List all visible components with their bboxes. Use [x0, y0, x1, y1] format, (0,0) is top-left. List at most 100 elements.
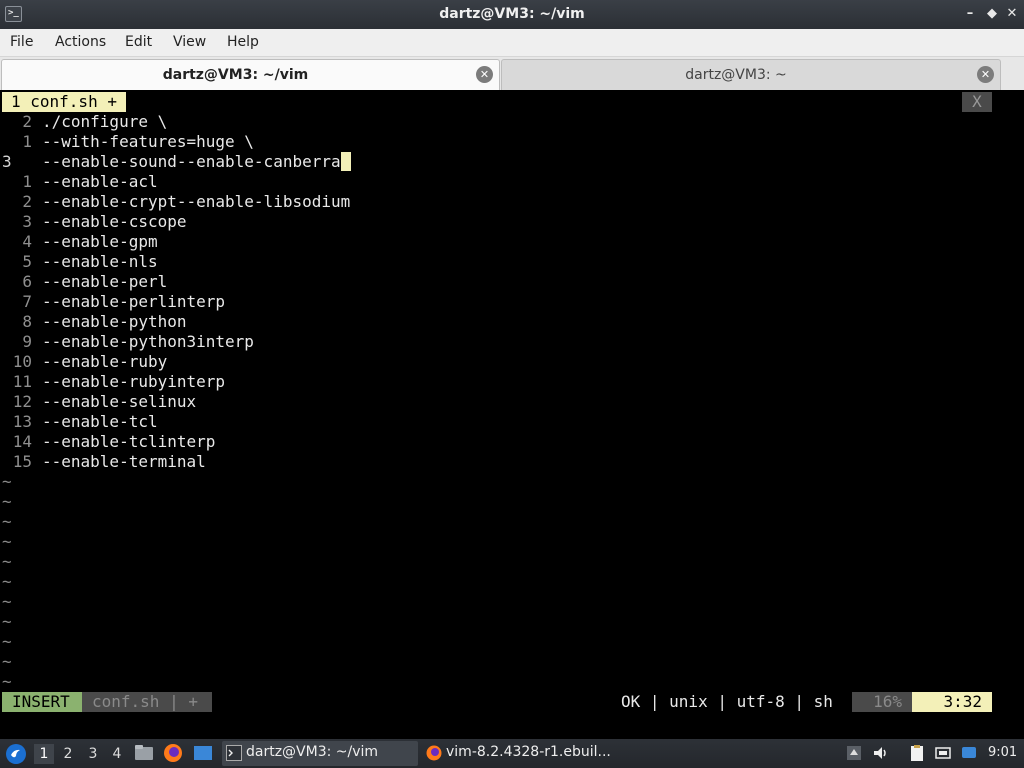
vim-tab-active[interactable]: 1 conf.sh +: [2, 92, 126, 112]
volume-icon[interactable]: [872, 744, 890, 762]
vim-scroll-percent: 16%: [852, 692, 912, 712]
vim-buffer-line[interactable]: 3 --enable-cscope: [0, 212, 187, 232]
empty-line-marker: ~: [2, 652, 12, 671]
tab-close-icon[interactable]: ✕: [977, 66, 994, 83]
workspace-1[interactable]: 1: [34, 744, 54, 764]
maximize-button[interactable]: ◆: [984, 5, 1000, 23]
vim-buffer-line[interactable]: 2 ./configure \: [0, 112, 167, 132]
menu-file[interactable]: File: [10, 34, 33, 50]
line-number: 12: [12, 392, 32, 411]
task-firefox[interactable]: vim-8.2.4328-r1.ebuil...: [422, 741, 622, 766]
vim-tab-close-button[interactable]: X: [962, 92, 992, 112]
vim-buffer-line[interactable]: 14 --enable-tclinterp: [0, 432, 216, 452]
empty-line-marker: ~: [2, 472, 12, 491]
vim-buffer-line[interactable]: 11 --enable-rubyinterp: [0, 372, 225, 392]
empty-line-marker: ~: [2, 512, 12, 531]
line-text: --enable-tclinterp: [42, 432, 216, 451]
line-text: --enable-crypt--enable-libsodium: [42, 192, 351, 211]
line-text: --enable-acl: [42, 172, 158, 191]
terminal-area[interactable]: 1 conf.sh + X 2 ./configure \ 1 --with-feat…: [0, 90, 1024, 739]
taskbar: 1 2 3 4 dartz@VM3: ~/vim vim-8.2.4328-r1…: [0, 739, 1024, 768]
vim-buffer-line[interactable]: 13 --enable-tcl: [0, 412, 158, 432]
vim-buffer-line[interactable]: 6 --enable-perl: [0, 272, 167, 292]
vim-buffer-line[interactable]: 2 --enable-crypt--enable-libsodium: [0, 192, 350, 212]
line-number: 3: [22, 212, 32, 231]
line-number: 10: [12, 352, 32, 371]
firefox-launcher[interactable]: [162, 739, 184, 768]
file-manager-launcher[interactable]: [133, 739, 155, 768]
line-number: 13: [12, 412, 32, 431]
app-menu-button[interactable]: [4, 739, 28, 768]
workspace-2[interactable]: 2: [58, 744, 78, 764]
vim-buffer-line[interactable]: 1 --with-features=huge \: [0, 132, 254, 152]
tab-bar: dartz@VM3: ~/vim ✕ dartz@VM3: ~ ✕: [0, 57, 1024, 90]
empty-line-marker: ~: [2, 672, 12, 691]
line-number: 6: [22, 272, 32, 291]
empty-line-marker: ~: [2, 552, 12, 571]
close-window-button[interactable]: ✕: [1004, 5, 1020, 23]
line-number: 9: [22, 332, 32, 351]
vim-statusline: INSERT conf.sh | + OK | unix | utf-8 | s…: [0, 692, 1024, 712]
tab-vim[interactable]: dartz@VM3: ~/vim ✕: [1, 59, 500, 90]
vim-buffer-line[interactable]: 7 --enable-perlinterp: [0, 292, 225, 312]
desktop-icon: [194, 746, 212, 760]
task-label: vim-8.2.4328-r1.ebuil...: [446, 744, 611, 760]
workspace-3[interactable]: 3: [83, 744, 103, 764]
clock[interactable]: 9:01: [988, 745, 1017, 760]
vim-buffer-line[interactable]: 10 --enable-ruby: [0, 352, 168, 372]
line-text: --enable-rubyinterp: [42, 372, 226, 391]
window-title: dartz@VM3: ~/vim: [439, 6, 585, 22]
task-terminal[interactable]: dartz@VM3: ~/vim: [222, 741, 418, 766]
tab-label: dartz@VM3: ~: [685, 67, 787, 83]
line-text: --enable-selinux: [42, 392, 197, 411]
empty-line-marker: ~: [2, 632, 12, 651]
empty-line-marker: ~: [2, 572, 12, 591]
line-text: --enable-ruby: [42, 352, 168, 371]
notification-icon[interactable]: [960, 744, 978, 762]
line-text: --enable-python3interp: [42, 332, 254, 351]
tab-home[interactable]: dartz@VM3: ~ ✕: [501, 59, 1001, 90]
vim-buffer-line[interactable]: 8 --enable-python: [0, 312, 186, 332]
vim-buffer-line[interactable]: 12 --enable-selinux: [0, 392, 196, 412]
line-text: --enable-tcl: [42, 412, 158, 431]
vim-file-indicator: conf.sh | +: [82, 692, 212, 712]
line-number: 14: [12, 432, 32, 451]
clipboard-icon[interactable]: [908, 744, 926, 762]
line-text: --enable-perlinterp: [42, 292, 226, 311]
line-number: 5: [22, 252, 32, 271]
firefox-icon: [164, 744, 182, 762]
vim-cursor-position: 3:32: [912, 692, 992, 712]
terminal-icon: [226, 745, 242, 761]
line-number: 1: [22, 172, 32, 191]
vim-buffer-line[interactable]: 5 --enable-nls: [0, 252, 158, 272]
show-desktop-button[interactable]: [192, 739, 214, 768]
eject-icon[interactable]: [845, 744, 863, 762]
menu-actions[interactable]: Actions: [55, 34, 106, 50]
task-label: dartz@VM3: ~/vim: [246, 744, 379, 760]
vim-buffer-line[interactable]: 1 --enable-acl: [0, 172, 158, 192]
tab-close-icon[interactable]: ✕: [476, 66, 493, 83]
line-text: --enable-cscope: [42, 212, 187, 231]
menu-edit[interactable]: Edit: [125, 34, 152, 50]
workspace-4[interactable]: 4: [107, 744, 127, 764]
line-text: --enable-nls: [42, 252, 158, 271]
vim-tabline: 1 conf.sh + X: [0, 92, 1022, 112]
vim-buffer-line[interactable]: 4 --enable-gpm: [0, 232, 158, 252]
network-icon[interactable]: [934, 744, 952, 762]
line-text: --enable-gpm: [42, 232, 158, 251]
line-number: 4: [22, 232, 32, 251]
line-number: 8: [22, 312, 32, 331]
vim-file-info: OK | unix | utf-8 | sh: [621, 692, 833, 711]
vim-buffer-line[interactable]: 9 --enable-python3interp: [0, 332, 254, 352]
menu-help[interactable]: Help: [227, 34, 259, 50]
line-number: 2: [22, 192, 32, 211]
menu-bar: File Actions Edit View Help: [0, 29, 1024, 57]
menu-view[interactable]: View: [173, 34, 206, 50]
minimize-button[interactable]: –: [962, 5, 978, 23]
line-number: 7: [22, 292, 32, 311]
line-text: --enable-sound--enable-canberra: [42, 152, 341, 171]
vim-buffer-line[interactable]: 3 --enable-sound--enable-canberra: [0, 152, 351, 172]
vim-buffer-line[interactable]: 15 --enable-terminal: [0, 452, 206, 472]
line-text: --enable-perl: [42, 272, 168, 291]
empty-line-marker: ~: [2, 612, 12, 631]
